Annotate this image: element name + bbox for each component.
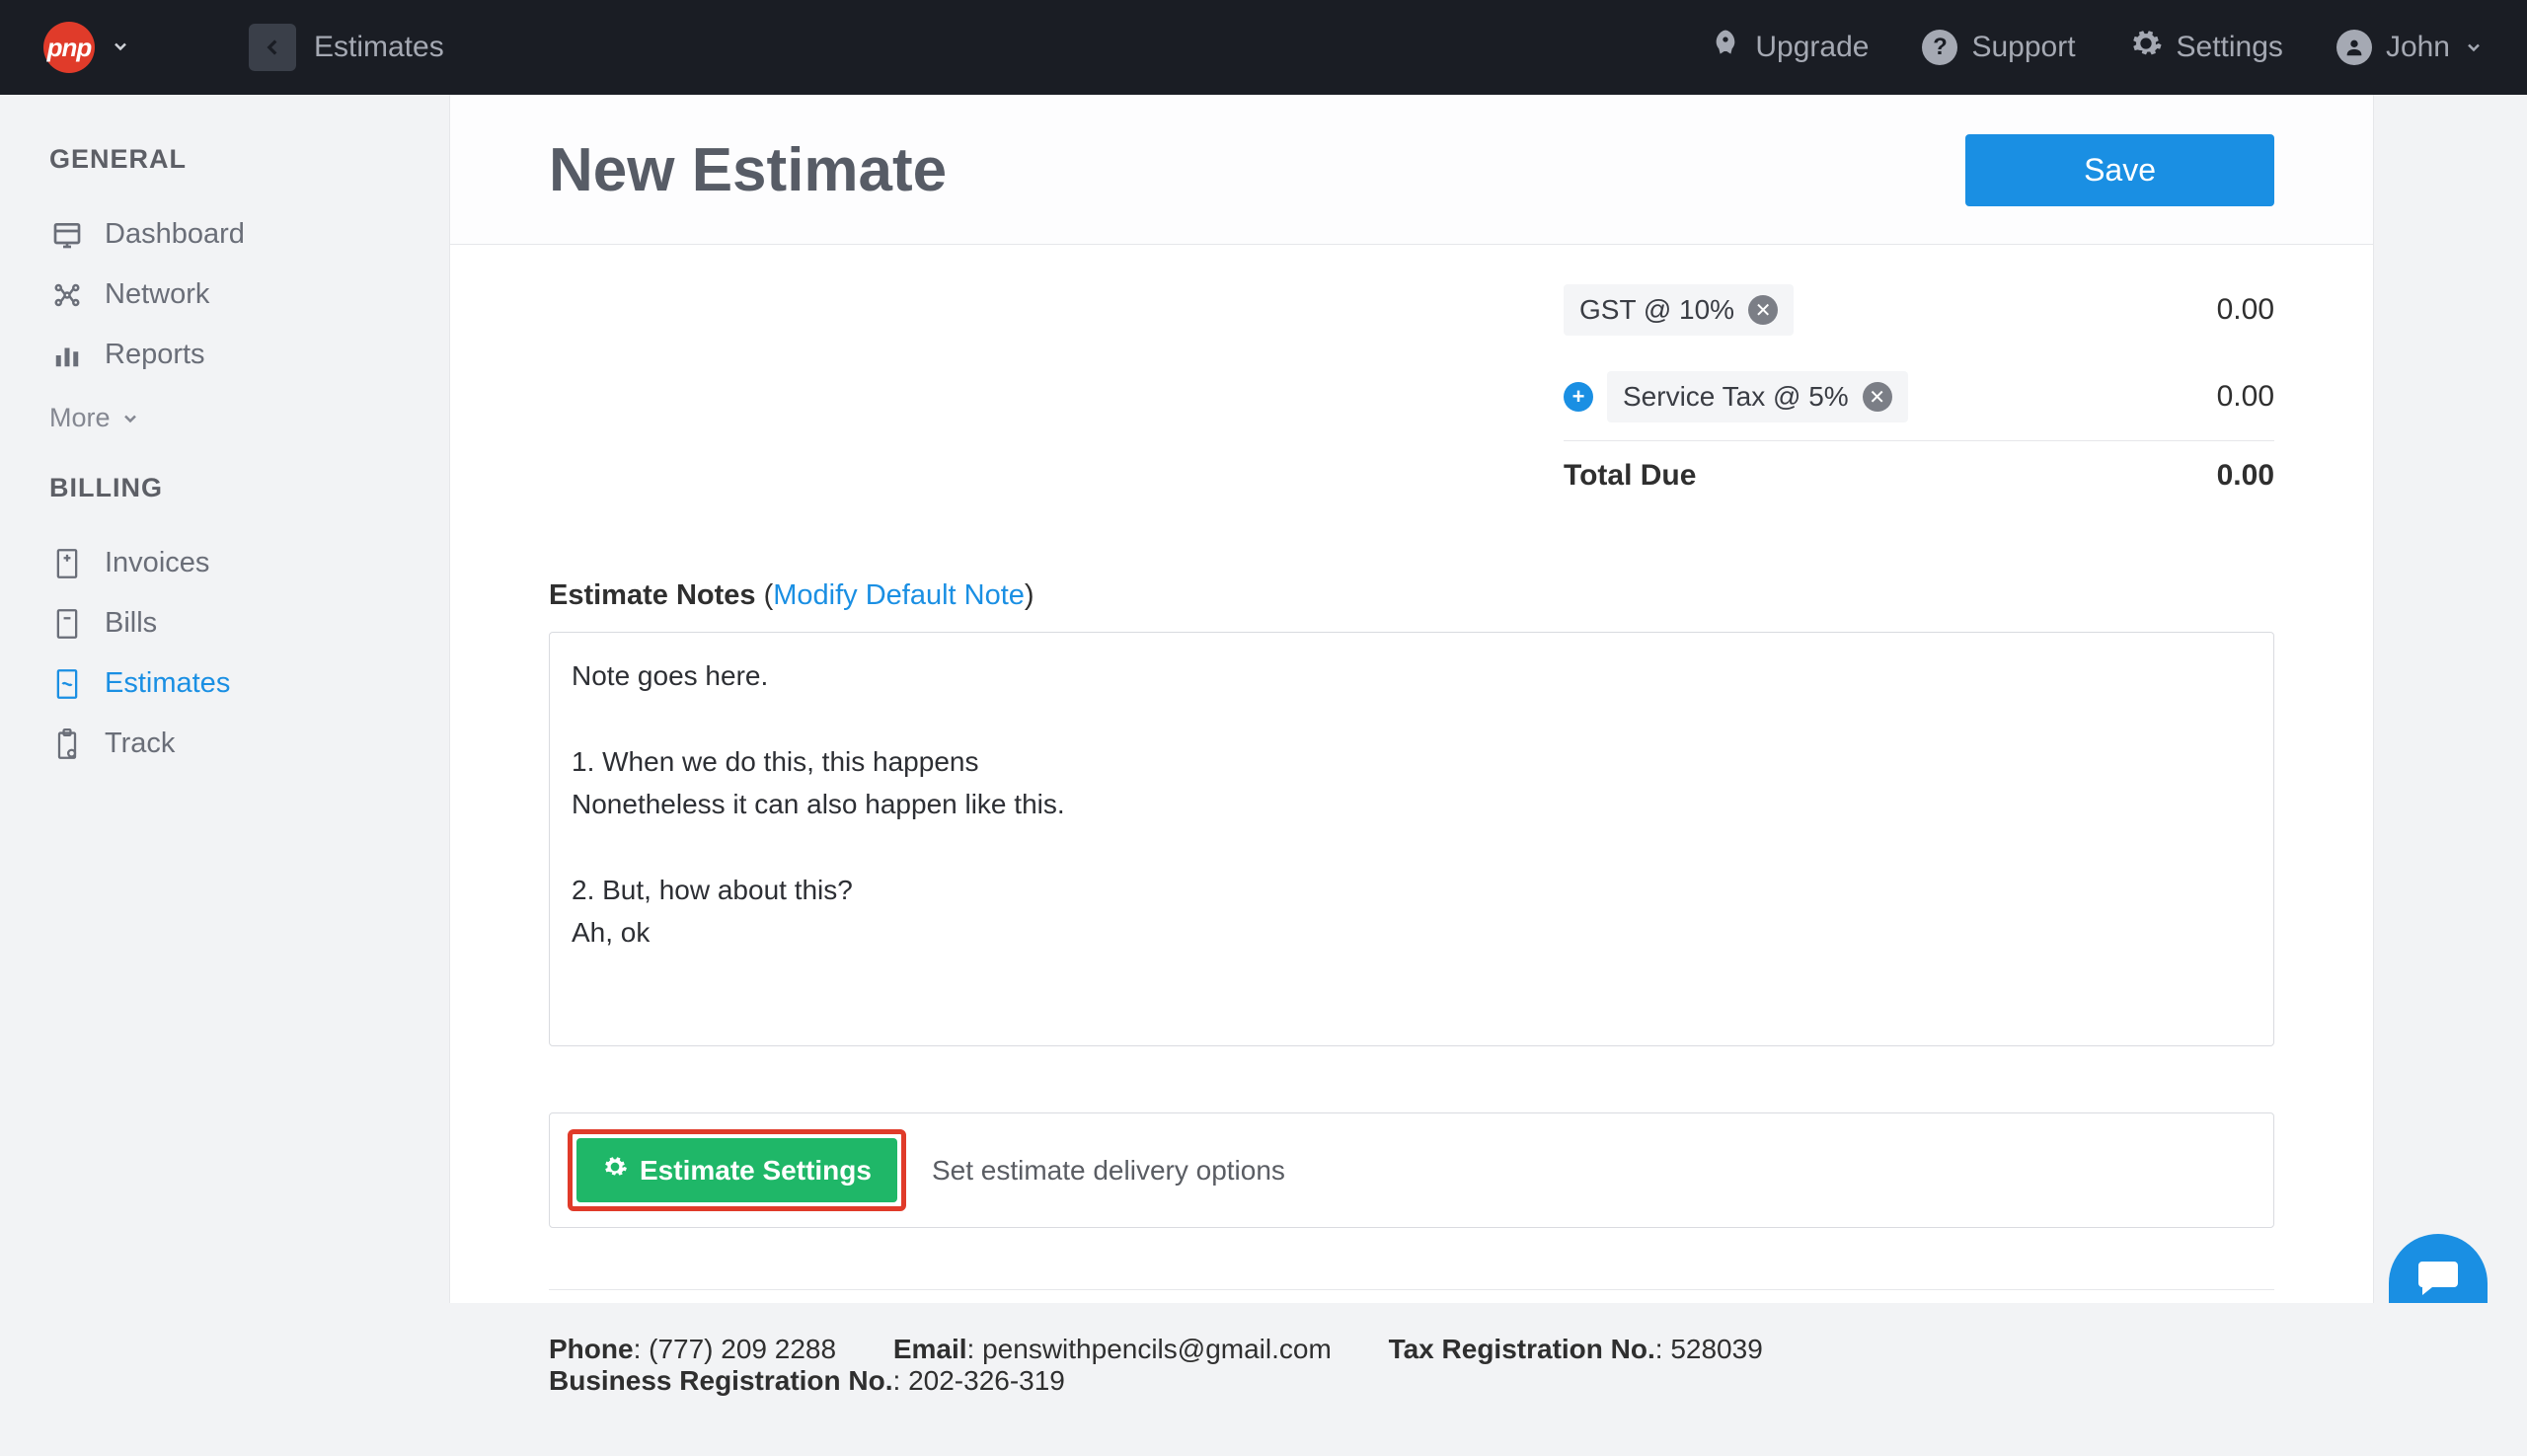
network-icon (49, 280, 85, 310)
tax-label: Service Tax @ 5% (1623, 381, 1849, 413)
sidebar-header-billing: BILLING (49, 473, 296, 503)
sidebar-header-general: GENERAL (49, 144, 296, 175)
footer-email-value: penswithpencils@gmail.com (982, 1334, 1332, 1364)
footer-biz-reg-label: Business Registration No. (549, 1365, 893, 1396)
breadcrumb[interactable]: Estimates (314, 31, 444, 64)
notes-label-text: Estimate Notes (549, 579, 756, 611)
add-tax-icon[interactable]: + (1564, 382, 1593, 412)
sidebar-item-track[interactable]: Track (49, 714, 296, 774)
sidebar-item-label: Estimates (105, 667, 230, 700)
rocket-icon (1710, 28, 1741, 67)
sidebar-item-label: Invoices (105, 547, 209, 579)
chat-icon (2414, 1254, 2462, 1301)
tax-value: 0.00 (2217, 380, 2274, 414)
save-button[interactable]: Save (1965, 134, 2274, 206)
estimate-settings-button[interactable]: Estimate Settings (576, 1138, 897, 1202)
footer-divider (549, 1289, 2274, 1290)
page-title: New Estimate (549, 135, 947, 205)
page-header: New Estimate Save (450, 95, 2373, 245)
topbar: pnp Estimates Upgrade ? Support Settings… (0, 0, 2527, 95)
invoice-icon (49, 548, 85, 579)
user-name: John (2386, 31, 2450, 64)
sidebar-item-label: Reports (105, 339, 205, 371)
tax-value: 0.00 (2217, 293, 2274, 327)
sidebar-item-estimates[interactable]: Estimates (49, 653, 296, 714)
estimate-notes-input[interactable] (549, 632, 2274, 1046)
content-card: New Estimate Save GST @ 10% ✕ 0.00 (449, 95, 2374, 1303)
sidebar-item-label: Bills (105, 607, 157, 640)
footer-biz-reg-value: 202-326-319 (908, 1365, 1065, 1396)
sidebar-item-dashboard[interactable]: Dashboard (49, 204, 296, 265)
total-due-label: Total Due (1564, 459, 1696, 493)
estimate-settings-caption: Set estimate delivery options (932, 1155, 1285, 1187)
totals-panel: GST @ 10% ✕ 0.00 + Service Tax @ 5% ✕ (1564, 267, 2274, 510)
footer-tax-reg-value: 528039 (1670, 1334, 1762, 1364)
back-button[interactable] (249, 24, 296, 71)
footer-phone-value: (777) 209 2288 (649, 1334, 836, 1364)
footer-email-label: Email (893, 1334, 967, 1364)
sidebar-item-label: Network (105, 278, 209, 311)
sidebar-item-label: Track (105, 728, 175, 760)
notes-heading: Estimate Notes (Modify Default Note) (549, 579, 2274, 612)
app-logo[interactable]: pnp (43, 22, 95, 73)
tax-label: GST @ 10% (1579, 294, 1734, 326)
settings-label: Settings (2177, 31, 2283, 64)
support-link[interactable]: ? Support (1922, 30, 2075, 65)
total-due-value: 0.00 (2217, 459, 2274, 493)
company-footer: Phone: (777) 209 2288 Email: penswithpen… (549, 1334, 2274, 1397)
app-switcher-chevron-icon[interactable] (111, 33, 130, 63)
gear-icon (602, 1154, 628, 1187)
user-menu[interactable]: John (2336, 30, 2484, 65)
bar-chart-icon (49, 341, 85, 370)
tax-pill-service: Service Tax @ 5% ✕ (1607, 371, 1908, 422)
estimate-settings-highlight: Estimate Settings (568, 1129, 906, 1211)
settings-link[interactable]: Settings (2129, 27, 2283, 68)
total-due-row: Total Due 0.00 (1564, 440, 2274, 510)
footer-tax-reg-label: Tax Registration No. (1389, 1334, 1655, 1364)
app-logo-text: pnp (47, 33, 92, 63)
gear-icon (2129, 27, 2163, 68)
sidebar-item-bills[interactable]: Bills (49, 593, 296, 653)
sidebar: GENERAL Dashboard Network Reports More B… (0, 95, 296, 1303)
estimate-settings-button-label: Estimate Settings (640, 1155, 872, 1187)
footer-phone-label: Phone (549, 1334, 634, 1364)
support-label: Support (1971, 31, 2075, 64)
remove-tax-icon[interactable]: ✕ (1748, 295, 1778, 325)
tax-row-gst: GST @ 10% ✕ 0.00 (1564, 267, 2274, 353)
bill-icon (49, 608, 85, 640)
upgrade-label: Upgrade (1755, 31, 1869, 64)
dashboard-icon (49, 219, 85, 251)
remove-tax-icon[interactable]: ✕ (1863, 382, 1892, 412)
sidebar-item-label: Dashboard (105, 218, 245, 251)
sidebar-item-network[interactable]: Network (49, 265, 296, 325)
tax-row-service: + Service Tax @ 5% ✕ 0.00 (1564, 353, 2274, 440)
estimate-settings-bar: Estimate Settings Set estimate delivery … (549, 1112, 2274, 1228)
sidebar-more[interactable]: More (49, 385, 296, 473)
modify-default-note-link[interactable]: Modify Default Note (773, 579, 1025, 611)
help-icon: ? (1922, 30, 1957, 65)
sidebar-item-invoices[interactable]: Invoices (49, 533, 296, 593)
clipboard-icon (49, 728, 85, 760)
chevron-down-icon (2464, 38, 2484, 57)
sidebar-item-reports[interactable]: Reports (49, 325, 296, 385)
sidebar-more-label: More (49, 403, 111, 433)
upgrade-link[interactable]: Upgrade (1710, 28, 1869, 67)
chevron-down-icon (120, 409, 140, 428)
estimate-icon (49, 668, 85, 700)
tax-pill-gst: GST @ 10% ✕ (1564, 284, 1794, 336)
user-icon (2336, 30, 2372, 65)
